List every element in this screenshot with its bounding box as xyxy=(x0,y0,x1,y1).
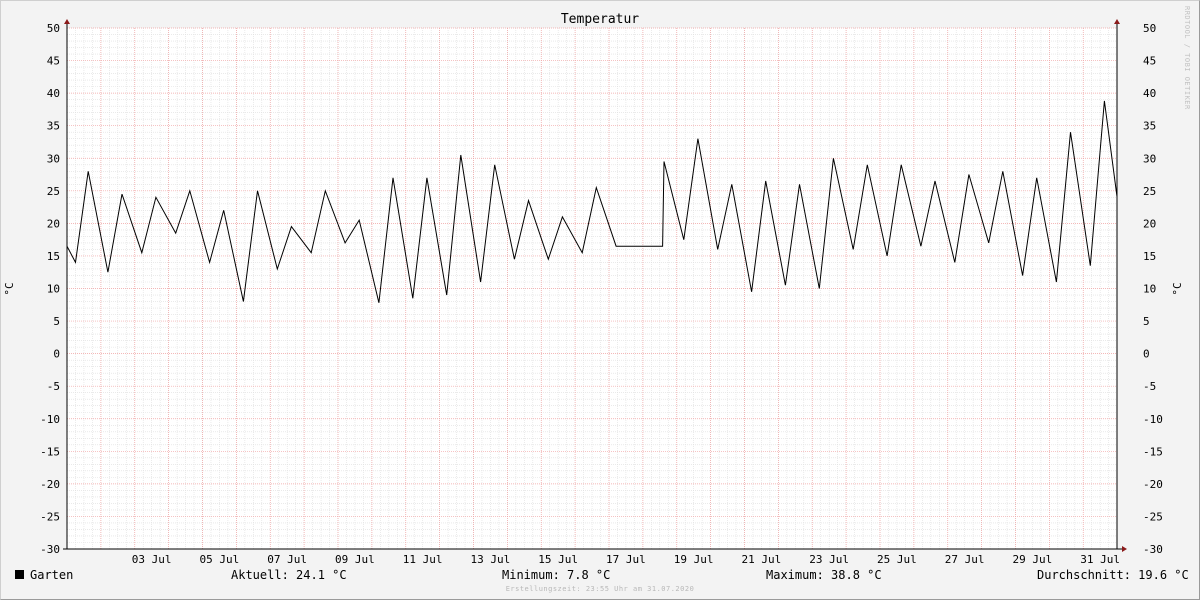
x-tick-label: 07 Jul xyxy=(267,553,307,566)
y-tick-label-left: 20 xyxy=(47,217,60,230)
y-axis-label-right: °C xyxy=(1171,282,1184,295)
y-tick-label-left: 25 xyxy=(47,185,60,198)
temperature-chart: -30-25-20-15-10-505101520253035404550 -3… xyxy=(3,12,1184,566)
x-tick-label: 19 Jul xyxy=(674,553,714,566)
y-tick-labels-right: -30 -25 -20 -15 -10 -5 0 5 10 15 20 25 30 35 40 45 50 xyxy=(1143,22,1163,556)
grid xyxy=(66,27,1117,550)
y-tick-label-right: 50 xyxy=(1143,22,1156,35)
y-tick-label-left: -10 xyxy=(40,413,60,426)
x-tick-label: 17 Jul xyxy=(606,553,646,566)
legend: Garten Aktuell: 24.1 °C Minimum: 7.8 °C … xyxy=(0,568,1200,584)
y-tick-label-left: 35 xyxy=(47,120,60,133)
y-tick-label-right: 30 xyxy=(1143,152,1156,165)
y-tick-label-left: -20 xyxy=(40,478,60,491)
y-tick-label-right: 5 xyxy=(1143,315,1150,328)
y-tick-label-left: 0 xyxy=(53,348,60,361)
x-tick-label: 05 Jul xyxy=(200,553,240,566)
y-tick-label-left: 50 xyxy=(47,22,60,35)
x-tick-label: 27 Jul xyxy=(945,553,985,566)
legend-average: Durchschnitt: 19.6 °C xyxy=(1037,568,1189,582)
y-tick-label-right: 35 xyxy=(1143,120,1156,133)
x-tick-label: 13 Jul xyxy=(471,553,511,566)
y-tick-label-left: 40 xyxy=(47,87,60,100)
y-tick-label-right: -25 xyxy=(1143,510,1163,523)
rrdtool-watermark: RRDTOOL / TOBI OETIKER xyxy=(1183,6,1191,110)
creation-time-footer: Erstellungszeit: 23:55 Uhr am 31.07.2020 xyxy=(505,585,695,593)
y-tick-label-right: 15 xyxy=(1143,250,1156,263)
y-tick-label-right: -10 xyxy=(1143,413,1163,426)
y-tick-label-right: -20 xyxy=(1143,478,1163,491)
y-tick-label-left: 5 xyxy=(53,315,60,328)
y-tick-label-right: -15 xyxy=(1143,445,1163,458)
x-tick-label: 09 Jul xyxy=(335,553,375,566)
y-axis-label-left: °C xyxy=(3,282,16,295)
y-tick-label-right: 0 xyxy=(1143,348,1150,361)
y-tick-labels-left: -30 -25 -20 -15 -10 -5 0 5 10 15 20 25 30 35 40 45 50 xyxy=(40,22,60,556)
y-tick-label-left: -5 xyxy=(47,380,60,393)
y-tick-label-left: 15 xyxy=(47,250,60,263)
y-tick-label-left: 10 xyxy=(47,283,60,296)
y-tick-label-left: -15 xyxy=(40,445,60,458)
y-tick-label-right: 20 xyxy=(1143,217,1156,230)
y-tick-label-right: 40 xyxy=(1143,87,1156,100)
x-tick-label: 11 Jul xyxy=(403,553,443,566)
legend-series-name: Garten xyxy=(30,568,74,582)
legend-minimum: Minimum: 7.8 °C xyxy=(502,568,611,582)
legend-maximum: Maximum: 38.8 °C xyxy=(766,568,882,582)
y-tick-label-left: 30 xyxy=(47,152,60,165)
x-tick-label: 25 Jul xyxy=(877,553,917,566)
y-tick-label-left: -30 xyxy=(40,543,60,556)
y-axis-arrow-left-icon xyxy=(64,19,70,24)
y-tick-label-left: 45 xyxy=(47,55,60,68)
x-tick-label: 15 Jul xyxy=(538,553,578,566)
x-tick-label: 03 Jul xyxy=(132,553,172,566)
y-tick-label-right: -30 xyxy=(1143,543,1163,556)
y-tick-label-right: 25 xyxy=(1143,185,1156,198)
y-tick-label-right: 45 xyxy=(1143,55,1156,68)
y-tick-label-right: -5 xyxy=(1143,380,1156,393)
x-tick-labels: 03 Jul 05 Jul 07 Jul 09 Jul 11 Jul 13 Jul 15 J… xyxy=(132,553,1120,566)
x-tick-label: 29 Jul xyxy=(1013,553,1053,566)
chart-title: Temperatur xyxy=(561,12,639,27)
x-tick-label: 23 Jul xyxy=(809,553,849,566)
legend-current: Aktuell: 24.1 °C xyxy=(231,568,347,582)
y-tick-label-left: -25 xyxy=(40,510,60,523)
y-tick-label-right: 10 xyxy=(1143,283,1156,296)
x-tick-label: 31 Jul xyxy=(1080,553,1120,566)
x-axis-arrow-icon xyxy=(1122,546,1127,552)
x-tick-label: 21 Jul xyxy=(742,553,782,566)
y-axis-arrow-right-icon xyxy=(1114,19,1120,24)
